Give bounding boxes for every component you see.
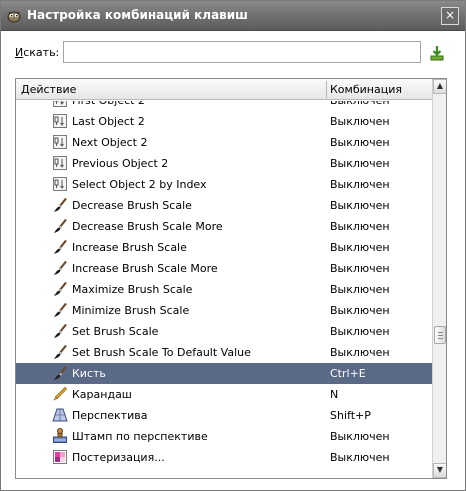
row-action-label: Карандаш [72,388,132,401]
clone-perspective-icon [52,428,68,444]
tree-row[interactable]: Set Brush Scale Выключен [16,321,432,342]
row-action-label: Set Brush Scale To Default Value [72,346,251,359]
tree-row[interactable]: Кисть Ctrl+E [16,363,432,384]
row-shortcut-label[interactable]: Выключен [330,241,390,254]
brush-icon [52,239,68,255]
row-action-label: Set Brush Scale [72,325,159,338]
search-label-accel: И [15,46,24,59]
save-icon[interactable] [429,45,445,61]
tree-row[interactable]: Last Object 2 Выключен [16,111,432,132]
scroll-down-button[interactable]: ▼ [433,463,446,478]
brush-icon [52,344,68,360]
row-shortcut-label[interactable]: Ctrl+E [330,367,366,380]
brush-icon [52,302,68,318]
search-input[interactable] [63,41,421,63]
thumb-grip [438,335,443,336]
row-action-label: Decrease Brush Scale More [72,220,223,233]
row-shortcut-label[interactable]: Выключен [330,178,390,191]
object-icon [52,155,68,171]
vertical-scrollbar[interactable]: ▲ ▼ [432,79,446,478]
row-action-label: Кисть [72,367,106,380]
row-action-label: Штамп по перспективе [72,430,208,443]
brush-icon [52,365,68,381]
tree-row[interactable]: Previous Object 2 Выключен [16,153,432,174]
shortcuts-dialog: Настройка комбинаций клавиш × Искать: Де… [0,0,466,491]
row-action-label: Next Object 2 [72,136,148,149]
row-shortcut-label[interactable]: Выключен [330,325,390,338]
row-action-label: Select Object 2 by Index [72,178,207,191]
brush-icon [52,281,68,297]
row-shortcut-label[interactable]: Выключен [330,136,390,149]
row-action-label: Previous Object 2 [72,157,169,170]
row-action-label: Minimize Brush Scale [72,304,190,317]
row-action-label: First Object 2 [72,101,145,107]
tree-row[interactable]: Штамп по перспективе Выключен [16,426,432,447]
tree-row[interactable]: Maximize Brush Scale Выключен [16,279,432,300]
tree-row[interactable]: Decrease Brush Scale Выключен [16,195,432,216]
tree-row[interactable]: Set Brush Scale To Default Value Выключен [16,342,432,363]
row-action-label: Перспектива [72,409,148,422]
close-button[interactable]: × [441,7,459,25]
window-title: Настройка комбинаций клавиш [27,8,248,22]
perspective-icon [52,407,68,423]
object-icon [52,134,68,150]
tree-row[interactable]: Decrease Brush Scale More Выключен [16,216,432,237]
brush-icon [52,197,68,213]
row-shortcut-label[interactable]: Выключен [330,283,390,296]
row-action-label: Increase Brush Scale More [72,262,218,275]
brush-icon [52,260,68,276]
object-icon [52,176,68,192]
row-shortcut-label[interactable]: Выключен [330,262,390,275]
tree-row[interactable]: Карандаш N [16,384,432,405]
object-icon [52,113,68,129]
row-shortcut-label[interactable]: Выключен [330,157,390,170]
row-action-label: Increase Brush Scale [72,241,187,254]
tree-rows: First Object 2 Выключен Last Object 2 Выклю… [16,101,432,478]
row-action-label: Last Object 2 [72,115,145,128]
tree-rows-list: First Object 2 Выключен Last Object 2 Выклю… [16,101,432,468]
tree-row[interactable]: First Object 2 Выключен [16,101,432,111]
row-shortcut-label[interactable]: Shift+P [330,409,371,422]
row-shortcut-label[interactable]: N [330,388,338,401]
row-action-label: Maximize Brush Scale [72,283,193,296]
tree-row[interactable]: Постеризация... Выключен [16,447,432,468]
tree-row[interactable]: Increase Brush Scale Выключен [16,237,432,258]
pencil-icon [52,386,68,402]
tree-row[interactable]: Next Object 2 Выключен [16,132,432,153]
search-label: Искать: [15,46,59,59]
scroll-up-button[interactable]: ▲ [433,79,446,94]
thumb-grip [438,332,443,333]
object-icon [52,101,68,108]
thumb-grip [438,338,443,339]
row-shortcut-label[interactable]: Выключен [330,199,390,212]
tree-row[interactable]: Increase Brush Scale More Выключен [16,258,432,279]
column-header-action[interactable]: Действие [21,83,76,96]
column-separator[interactable] [326,81,327,98]
row-shortcut-label[interactable]: Выключен [330,304,390,317]
row-shortcut-label[interactable]: Выключен [330,430,390,443]
tree-row[interactable]: Minimize Brush Scale Выключен [16,300,432,321]
scroll-thumb[interactable] [434,326,446,344]
shortcuts-tree[interactable]: Действие Комбинация First Object 2 Выключ… [15,78,447,479]
column-header-shortcut[interactable]: Комбинация [330,83,402,96]
tree-row[interactable]: Select Object 2 by Index Выключен [16,174,432,195]
row-shortcut-label[interactable]: Выключен [330,115,390,128]
tree-header: Действие Комбинация [16,79,432,100]
title-bar[interactable]: Настройка комбинаций клавиш × [1,1,465,31]
row-action-label: Decrease Brush Scale [72,199,192,212]
gimp-logo-icon [7,11,21,23]
brush-icon [52,218,68,234]
row-shortcut-label[interactable]: Выключен [330,101,390,107]
tree-row[interactable]: Перспектива Shift+P [16,405,432,426]
row-shortcut-label[interactable]: Выключен [330,451,390,464]
posterize-icon [52,449,68,465]
brush-icon [52,323,68,339]
row-shortcut-label[interactable]: Выключен [330,220,390,233]
search-label-rest: скать: [23,46,60,59]
row-shortcut-label[interactable]: Выключен [330,346,390,359]
row-action-label: Постеризация... [72,451,165,464]
